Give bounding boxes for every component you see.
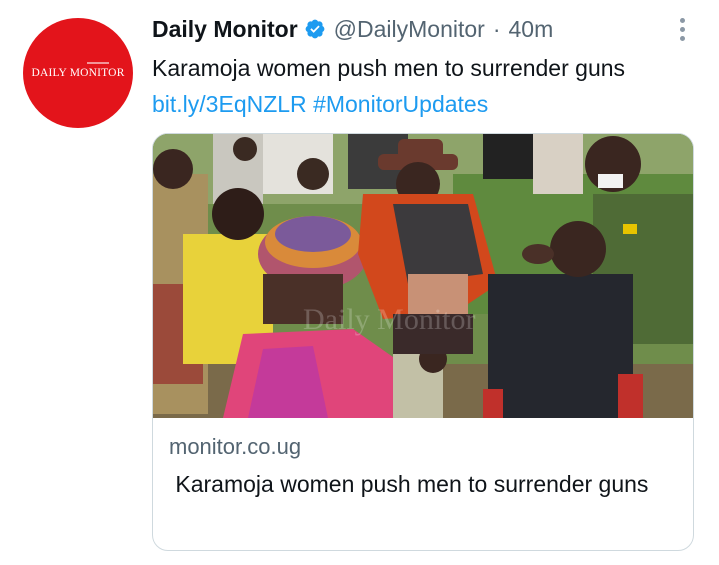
card-photo[interactable]: Daily Monitor: [153, 134, 693, 418]
author-handle[interactable]: @DailyMonitor: [334, 16, 485, 43]
verified-badge-icon: [304, 18, 326, 40]
tweet-text-main: Karamoja women push men to surrender gun…: [152, 55, 626, 81]
tweet-header: Daily Monitor @DailyMonitor · 40m: [152, 14, 553, 44]
more-options-icon[interactable]: [672, 12, 692, 46]
tweet-hashtag[interactable]: #MonitorUpdates: [313, 91, 488, 117]
link-card[interactable]: Daily Monitor monitor.co.ug Karamoja wom…: [152, 133, 694, 551]
tweet-timestamp[interactable]: 40m: [509, 16, 554, 43]
author-name[interactable]: Daily Monitor: [152, 16, 298, 43]
avatar[interactable]: DAILY MONITOR: [23, 18, 133, 128]
header-separator: ·: [492, 15, 501, 42]
avatar-logo-text: DAILY MONITOR: [31, 67, 125, 79]
avatar-logo-tagline: [87, 62, 109, 64]
tweet-link[interactable]: bit.ly/3EqNZLR: [152, 91, 307, 117]
card-title: Karamoja women push men to surrender gun…: [169, 471, 649, 497]
card-domain: monitor.co.ug: [169, 434, 302, 459]
image-watermark: Daily Monitor: [303, 303, 476, 336]
tweet-text: Karamoja women push men to surrender gun…: [152, 50, 672, 122]
